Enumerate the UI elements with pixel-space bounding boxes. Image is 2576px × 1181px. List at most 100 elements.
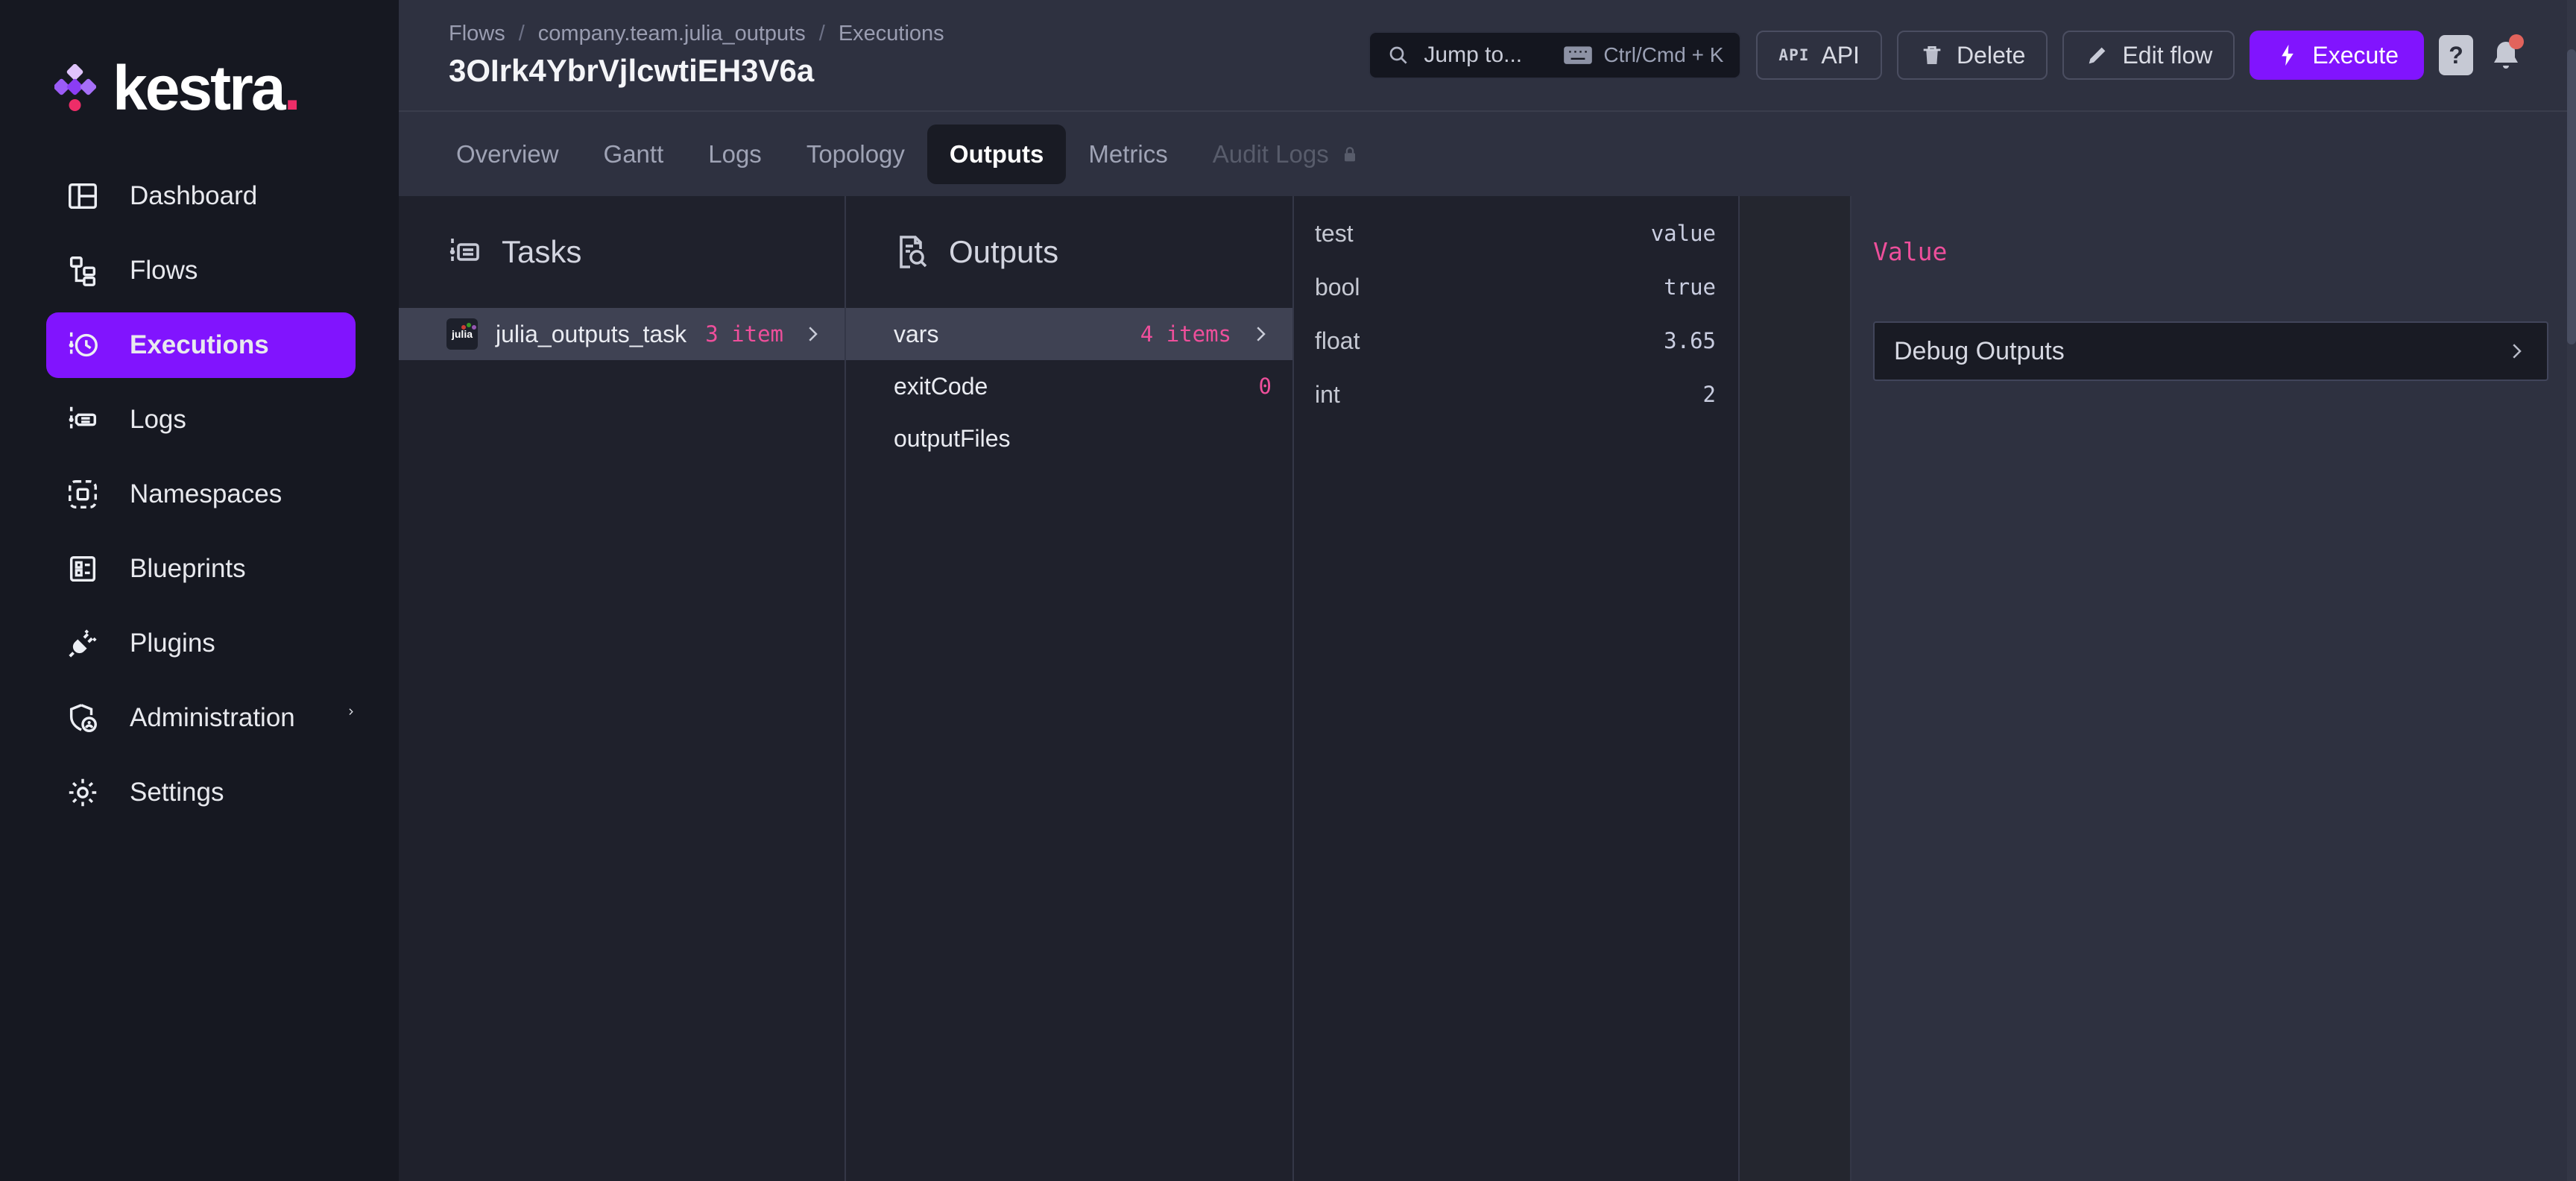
administration-icon bbox=[66, 701, 100, 735]
tab-label: Overview bbox=[456, 140, 559, 169]
outputs-icon bbox=[894, 234, 929, 270]
edit-flow-button-label: Edit flow bbox=[2122, 42, 2212, 69]
julia-icon: julia bbox=[446, 318, 478, 350]
plugins-icon bbox=[66, 626, 100, 661]
breadcrumb-executions[interactable]: Executions bbox=[839, 22, 944, 46]
output-items-badge: 4 items bbox=[1140, 321, 1231, 347]
output-row-exitcode[interactable]: exitCode 0 bbox=[846, 360, 1292, 412]
tab-topology[interactable]: Topology bbox=[784, 125, 927, 184]
brand-dot: . bbox=[284, 53, 299, 123]
lock-icon bbox=[1339, 144, 1360, 165]
task-row-julia-outputs-task[interactable]: julia julia_outputs_task 3 item bbox=[399, 308, 845, 360]
api-button[interactable]: API API bbox=[1756, 31, 1882, 80]
tasks-icon bbox=[446, 234, 482, 270]
brand-name: kestra. bbox=[113, 52, 299, 125]
help-button[interactable]: ? bbox=[2439, 35, 2473, 75]
var-row-bool[interactable]: bool true bbox=[1294, 260, 1738, 314]
vars-panel: test value bool true float 3.65 int 2 bbox=[1294, 196, 1740, 1181]
tab-metrics[interactable]: Metrics bbox=[1066, 125, 1190, 184]
empty-drill-column bbox=[1740, 196, 1852, 1181]
search-shortcut: Ctrl/Cmd + K bbox=[1563, 43, 1723, 67]
delete-button[interactable]: Delete bbox=[1897, 31, 2048, 80]
sidebar-item-settings[interactable]: Settings bbox=[46, 760, 356, 825]
breadcrumb-flows[interactable]: Flows bbox=[449, 22, 505, 46]
sidebar-item-label: Executions bbox=[130, 330, 269, 360]
execute-button-label: Execute bbox=[2312, 42, 2399, 69]
debug-outputs-expander[interactable]: Debug Outputs bbox=[1873, 321, 2548, 381]
sidebar-item-label: Logs bbox=[130, 405, 186, 435]
breadcrumb-namespace[interactable]: company.team.julia_outputs bbox=[538, 22, 806, 46]
sidebar-item-label: Settings bbox=[130, 778, 224, 807]
kestra-logo-mark bbox=[54, 64, 96, 113]
vertical-scrollbar[interactable] bbox=[2567, 0, 2576, 1181]
trash-icon bbox=[1919, 42, 1945, 68]
blueprints-icon bbox=[66, 552, 100, 586]
var-key: float bbox=[1315, 327, 1360, 355]
main-area: Flows / company.team.julia_outputs / Exe… bbox=[399, 0, 2576, 1181]
chevron-right-icon bbox=[346, 707, 356, 729]
tab-label: Logs bbox=[708, 140, 762, 169]
tab-label: Metrics bbox=[1088, 140, 1167, 169]
value-panel: Value Debug Outputs bbox=[1852, 196, 2576, 1181]
output-name: exitCode bbox=[894, 373, 988, 400]
sidebar-item-logs[interactable]: Logs bbox=[46, 387, 356, 453]
breadcrumb-separator: / bbox=[519, 22, 525, 46]
var-value: true bbox=[1664, 274, 1716, 300]
breadcrumb: Flows / company.team.julia_outputs / Exe… bbox=[449, 22, 944, 46]
tab-overview[interactable]: Overview bbox=[434, 125, 581, 184]
var-row-test[interactable]: test value bbox=[1294, 207, 1738, 260]
tab-audit-logs: Audit Logs bbox=[1190, 125, 1383, 184]
lightning-icon bbox=[2275, 42, 2300, 68]
search-input[interactable]: Jump to... Ctrl/Cmd + K bbox=[1368, 31, 1741, 79]
notifications-button[interactable] bbox=[2488, 36, 2524, 75]
sidebar-item-label: Blueprints bbox=[130, 554, 246, 584]
debug-outputs-label: Debug Outputs bbox=[1894, 337, 2065, 366]
output-name: outputFiles bbox=[894, 425, 1011, 453]
search-placeholder: Jump to... bbox=[1424, 42, 1522, 68]
sidebar: kestra. Dashboard Flows Executions bbox=[0, 0, 399, 1181]
execute-button[interactable]: Execute bbox=[2250, 31, 2424, 80]
sidebar-item-blueprints[interactable]: Blueprints bbox=[46, 536, 356, 602]
var-key: test bbox=[1315, 220, 1354, 248]
sidebar-item-plugins[interactable]: Plugins bbox=[46, 611, 356, 676]
executions-icon bbox=[66, 328, 100, 362]
edit-flow-button[interactable]: Edit flow bbox=[2062, 31, 2235, 80]
page-title: 3OIrk4YbrVjlcwtiEH3V6a bbox=[449, 53, 944, 89]
keyboard-icon bbox=[1563, 45, 1593, 66]
scrollbar-thumb[interactable] bbox=[2567, 49, 2576, 344]
chevron-right-icon bbox=[1249, 323, 1272, 345]
var-key: int bbox=[1315, 381, 1340, 409]
tasks-panel: Tasks julia julia_outputs_task 3 item bbox=[399, 196, 846, 1181]
sidebar-item-label: Flows bbox=[130, 256, 198, 286]
value-panel-title: Value bbox=[1873, 237, 2576, 266]
kestra-app: kestra. Dashboard Flows Executions bbox=[0, 0, 2576, 1181]
delete-button-label: Delete bbox=[1957, 42, 2026, 69]
sidebar-item-dashboard[interactable]: Dashboard bbox=[46, 163, 356, 229]
outputs-panel-title: Outputs bbox=[949, 234, 1058, 270]
kestra-logo[interactable]: kestra. bbox=[0, 0, 399, 163]
sidebar-item-administration[interactable]: Administration bbox=[46, 685, 356, 751]
outputs-panel-header: Outputs bbox=[846, 196, 1292, 308]
pencil-icon bbox=[2085, 42, 2110, 68]
var-row-float[interactable]: float 3.65 bbox=[1294, 314, 1738, 368]
sidebar-item-flows[interactable]: Flows bbox=[46, 238, 356, 303]
sidebar-item-label: Administration bbox=[130, 703, 295, 733]
tab-logs[interactable]: Logs bbox=[686, 125, 784, 184]
breadcrumb-title-block: Flows / company.team.julia_outputs / Exe… bbox=[449, 22, 944, 89]
tab-gantt[interactable]: Gantt bbox=[581, 125, 686, 184]
var-row-int[interactable]: int 2 bbox=[1294, 368, 1738, 421]
tab-outputs[interactable]: Outputs bbox=[927, 125, 1066, 184]
output-name: vars bbox=[894, 321, 938, 348]
search-shortcut-label: Ctrl/Cmd + K bbox=[1603, 43, 1723, 67]
task-name: julia_outputs_task bbox=[496, 321, 686, 348]
tab-label: Audit Logs bbox=[1213, 140, 1329, 169]
search-icon bbox=[1386, 43, 1410, 67]
sidebar-item-executions[interactable]: Executions bbox=[46, 312, 356, 378]
header-actions: Jump to... Ctrl/Cmd + K API API bbox=[1368, 31, 2524, 80]
breadcrumb-separator: / bbox=[819, 22, 825, 46]
chevron-right-icon bbox=[2505, 340, 2528, 362]
output-row-vars[interactable]: vars 4 items bbox=[846, 308, 1292, 360]
sidebar-item-namespaces[interactable]: Namespaces bbox=[46, 462, 356, 527]
sidebar-nav: Dashboard Flows Executions Logs bbox=[0, 163, 399, 825]
output-row-outputfiles[interactable]: outputFiles bbox=[846, 412, 1292, 464]
